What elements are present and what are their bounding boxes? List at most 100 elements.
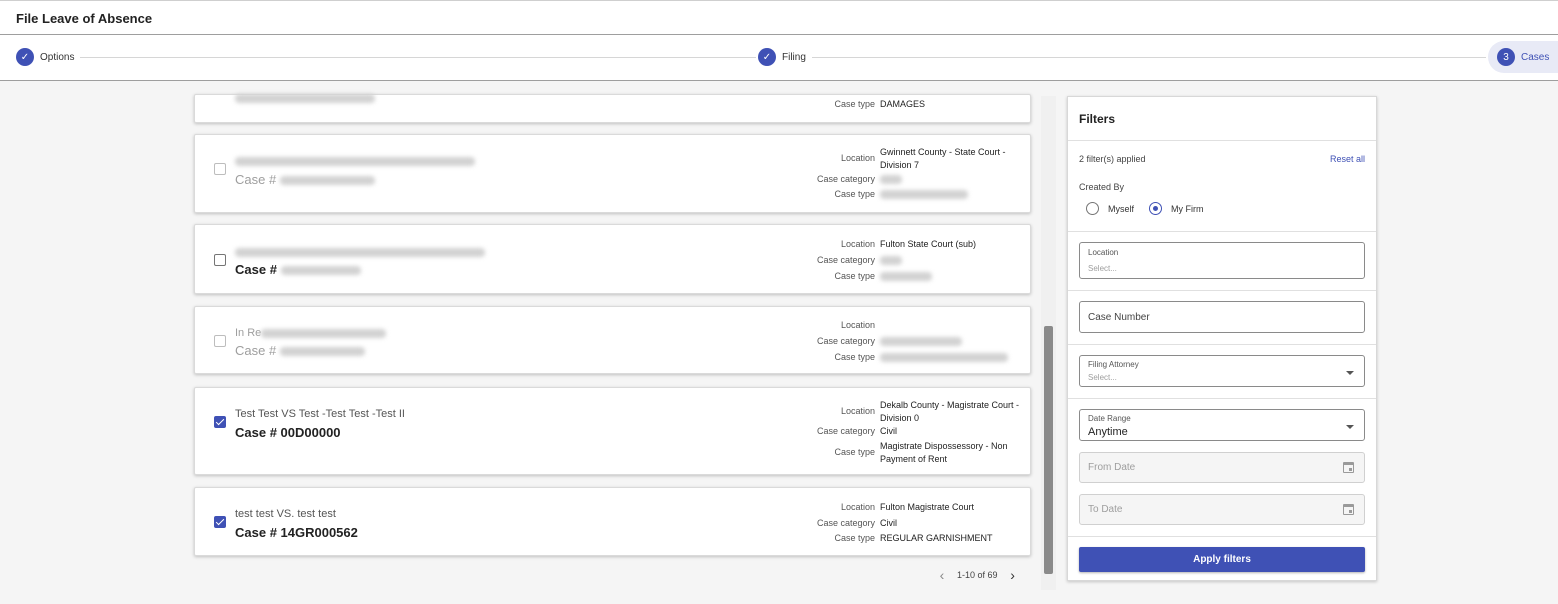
case-card[interactable]: In Re Case # Location Case category Case… [194, 306, 1031, 374]
step-label: Filing [782, 51, 806, 63]
chevron-left-icon[interactable]: ‹ [934, 568, 950, 582]
case-category-label: Case category [816, 336, 875, 346]
case-checkbox[interactable] [214, 516, 226, 528]
check-icon: ✓ [16, 48, 34, 66]
location-label: Location [840, 502, 875, 512]
created-by-label: Created By [1079, 182, 1125, 192]
case-number-input[interactable]: Case Number [1079, 301, 1365, 333]
redacted-text [880, 190, 968, 199]
case-checkbox[interactable] [214, 254, 226, 266]
from-date-input[interactable]: From Date [1079, 452, 1365, 483]
page-range: 1-10 of 69 [957, 570, 998, 580]
radio-selected-icon [1149, 202, 1162, 215]
redacted-text [880, 272, 932, 281]
apply-filters-button[interactable]: Apply filters [1079, 547, 1365, 572]
case-category-value: Civil [880, 426, 897, 436]
case-type-label: Case type [834, 271, 875, 281]
case-title: Test Test VS Test -Test Test -Test II [235, 408, 405, 420]
location-label: Location [840, 239, 875, 249]
chevron-down-icon [1346, 371, 1354, 375]
case-type-label: Case type [834, 99, 875, 109]
title-bar: File Leave of Absence [0, 0, 1558, 35]
case-category-value: Civil [880, 518, 897, 528]
step-cases[interactable]: 3 Cases [1497, 48, 1549, 66]
date-range-select[interactable]: Date Range Anytime [1079, 409, 1365, 441]
filing-attorney-select[interactable]: Filing Attorney Select... [1079, 355, 1365, 387]
case-category-label: Case category [816, 518, 875, 528]
case-card[interactable]: Case # Location Fulton State Court (sub)… [194, 224, 1031, 294]
field-placeholder: To Date [1088, 504, 1123, 515]
location-value: Dekalb County - Magistrate Court - Divis… [880, 400, 1020, 423]
filters-panel: Filters 2 filter(s) applied Reset all Cr… [1067, 96, 1377, 581]
scrollbar-thumb[interactable] [1044, 326, 1053, 574]
case-title: test test VS. test test [235, 508, 336, 520]
case-title [235, 155, 475, 167]
redacted-text [235, 94, 375, 103]
chevron-right-icon[interactable]: › [1005, 568, 1021, 582]
case-card[interactable]: Case # Location Gwinnett County - State … [194, 134, 1031, 213]
case-type-label: Case type [834, 447, 875, 457]
case-card[interactable]: Test Test VS Test -Test Test -Test II Ca… [194, 387, 1031, 475]
step-options[interactable]: ✓ Options [16, 48, 74, 66]
field-label: Filing Attorney [1088, 360, 1139, 369]
case-checkbox[interactable] [214, 163, 226, 175]
filters-title: Filters [1079, 112, 1116, 126]
page-title: File Leave of Absence [16, 11, 153, 26]
redacted-text [880, 175, 902, 184]
field-placeholder: Select... [1088, 373, 1117, 382]
location-label: Location [840, 320, 875, 330]
field-label: Date Range [1088, 414, 1131, 423]
divider [1068, 290, 1376, 291]
step-label: Cases [1521, 51, 1550, 63]
step-label: Options [40, 51, 75, 63]
radio-label: Myself [1108, 203, 1135, 214]
location-value: Fulton Magistrate Court [880, 502, 975, 512]
case-type-value: REGULAR GARNISHMENT [880, 533, 993, 543]
stepper: ✓ Options ✓ Filing 3 Cases [0, 35, 1558, 81]
filters-applied-count: 2 filter(s) applied [1079, 154, 1146, 164]
check-icon: ✓ [758, 48, 776, 66]
case-number: Case # 00D00000 [235, 425, 341, 440]
calendar-icon[interactable] [1343, 462, 1354, 473]
step-number: 3 [1497, 48, 1515, 66]
case-category-label: Case category [816, 174, 875, 184]
location-select[interactable]: Location Select... [1079, 242, 1365, 279]
case-number: Case # [235, 172, 375, 187]
case-type-value: Magistrate Dispossessory - Non Payment o… [880, 441, 1008, 464]
field-placeholder: Case Number [1088, 312, 1150, 323]
case-card[interactable]: test test VS. test test Case # 14GR00056… [194, 487, 1031, 556]
redacted-text [880, 256, 902, 265]
radio-label: My Firm [1171, 203, 1204, 214]
field-placeholder: From Date [1088, 462, 1136, 473]
redacted-text [880, 337, 962, 346]
divider [1068, 536, 1376, 537]
divider [1068, 344, 1376, 345]
case-type-label: Case type [834, 189, 875, 199]
case-title [235, 246, 485, 258]
pagination: ‹ 1-10 of 69 › [934, 568, 1021, 582]
case-type-value: DAMAGES [880, 99, 926, 109]
location-label: Location [840, 153, 875, 163]
radio-myself[interactable]: Myself [1086, 202, 1134, 215]
radio-my-firm[interactable]: My Firm [1149, 202, 1204, 215]
location-label: Location [840, 406, 875, 416]
case-checkbox[interactable] [214, 416, 226, 428]
case-checkbox[interactable] [214, 335, 226, 347]
reset-all-link[interactable]: Reset all [1330, 154, 1365, 164]
case-category-label: Case category [816, 426, 875, 436]
case-category-label: Case category [816, 255, 875, 265]
step-filing[interactable]: ✓ Filing [758, 48, 806, 66]
case-card[interactable]: Case type DAMAGES [194, 94, 1031, 123]
divider [1068, 140, 1376, 141]
case-title: In Re [235, 327, 387, 339]
location-value: Fulton State Court (sub) [880, 239, 977, 249]
to-date-input[interactable]: To Date [1079, 494, 1365, 525]
redacted-text [880, 353, 1008, 362]
radio-icon [1086, 202, 1099, 215]
case-number: Case # [235, 343, 365, 358]
field-value: Anytime [1088, 426, 1128, 438]
case-type-label: Case type [834, 352, 875, 362]
calendar-icon[interactable] [1343, 504, 1354, 515]
step-connector [812, 57, 1486, 58]
field-placeholder: Select... [1088, 264, 1117, 273]
